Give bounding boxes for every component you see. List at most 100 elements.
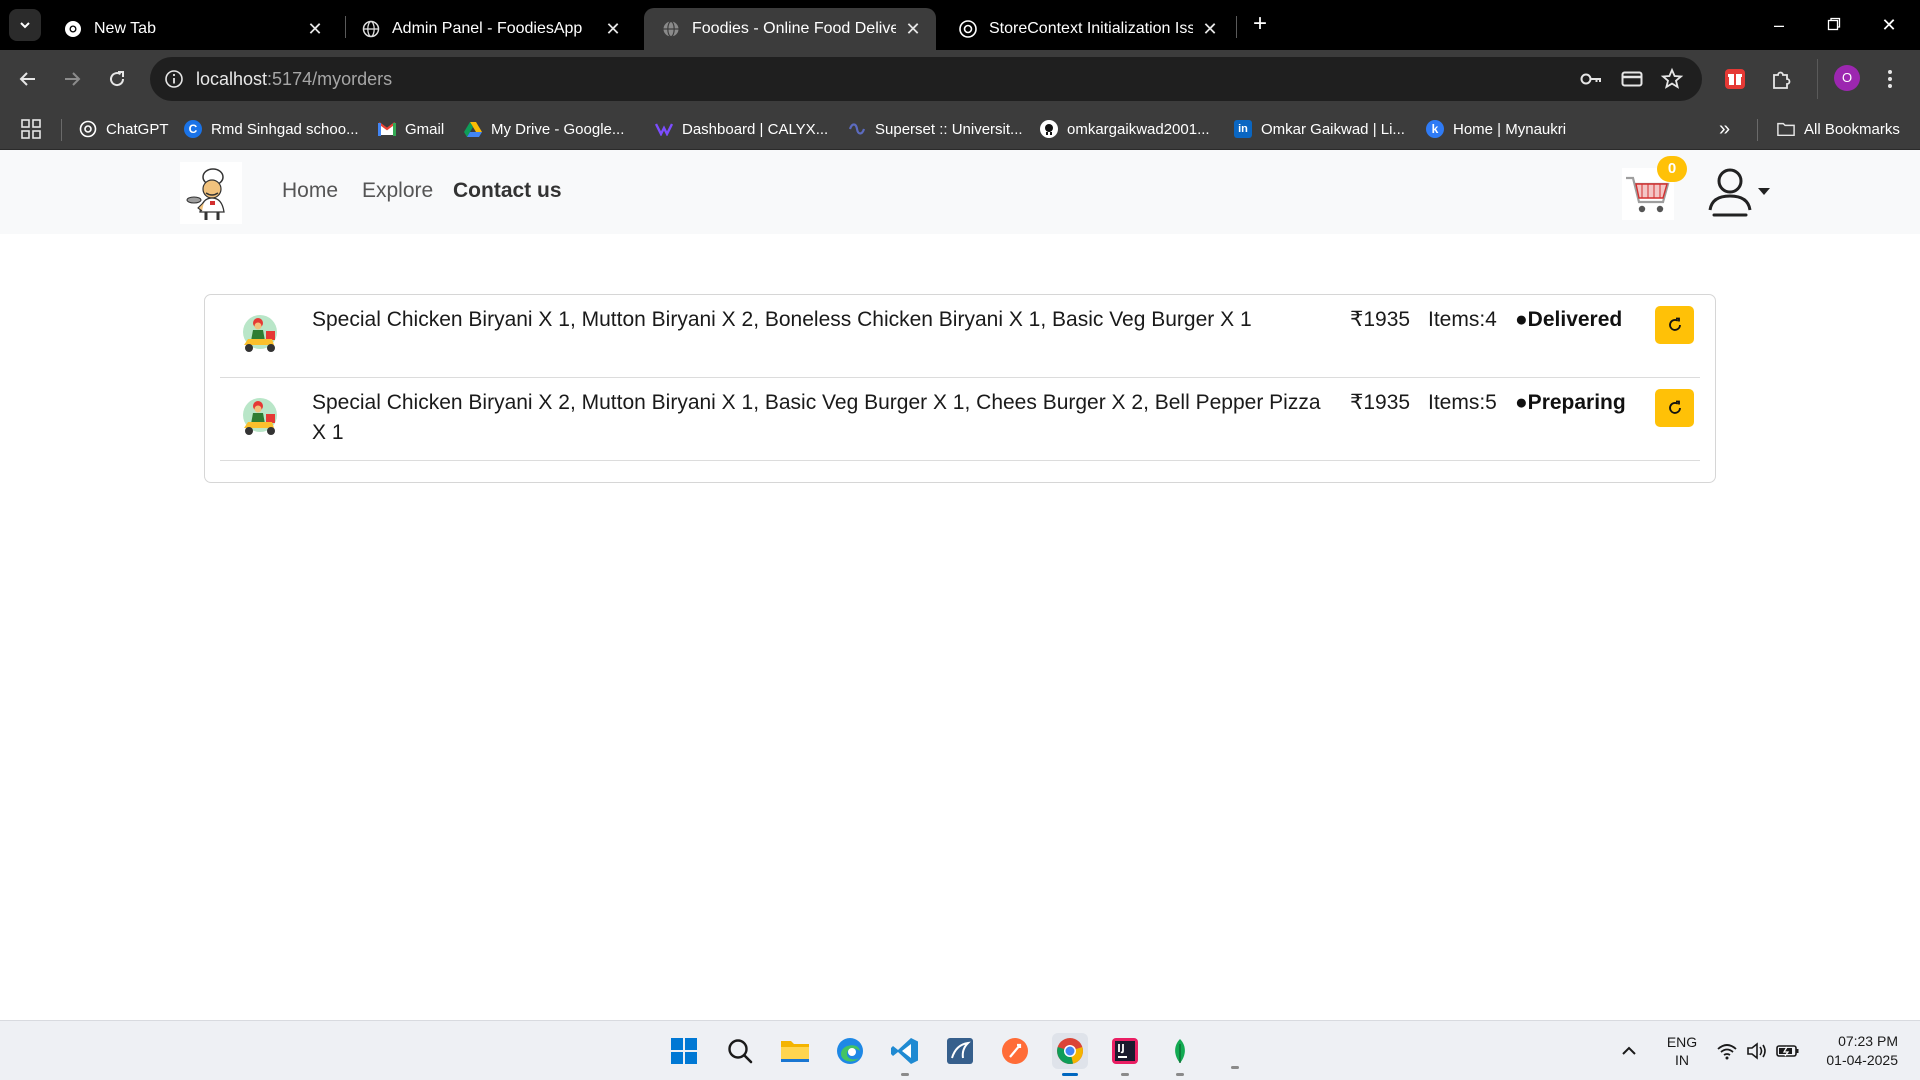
nav-contact-us[interactable]: Contact us [453, 179, 562, 203]
tab-admin-panel[interactable]: Admin Panel - FoodiesApp ✕ [344, 8, 636, 50]
password-key-icon[interactable] [1579, 67, 1603, 91]
c-logo-icon: C [184, 120, 202, 138]
menu-button[interactable] [1874, 63, 1906, 95]
bookmark-calyx[interactable]: Dashboard | CALYX... [655, 108, 828, 150]
order-items: Special Chicken Biryani X 2, Mutton Biry… [312, 391, 1321, 444]
bookmark-github[interactable]: omkargaikwad2001... [1040, 108, 1210, 150]
close-icon[interactable]: ✕ [1201, 19, 1219, 40]
edge-icon [837, 1038, 863, 1064]
intellij-button[interactable] [1107, 1033, 1143, 1076]
bookmark-gmail[interactable]: Gmail [378, 108, 444, 150]
order-row: Special Chicken Biryani X 2, Mutton Biry… [220, 378, 1700, 461]
apps-grid-icon [21, 119, 41, 139]
tab-foodies[interactable]: Foodies - Online Food Delivery ✕ [644, 8, 936, 50]
system-clock[interactable]: 07:23 PM 01-04-2025 [1806, 1032, 1898, 1070]
file-explorer-button[interactable] [777, 1033, 813, 1069]
globe-icon [362, 20, 380, 38]
nav-explore[interactable]: Explore [362, 179, 433, 203]
postman-button[interactable] [997, 1033, 1033, 1069]
tab-title: New Tab [94, 20, 156, 37]
forward-button[interactable] [56, 63, 88, 95]
search-button[interactable] [722, 1033, 758, 1069]
toolbar-divider [1817, 59, 1818, 99]
windows-taskbar: ENG IN 07:23 PM 01-04-2025 [0, 1020, 1920, 1080]
web-page: Home Explore Contact us 0 Special Chicke… [0, 150, 1920, 1020]
bookmark-label: Rmd Sinhgad schoo... [211, 120, 359, 138]
url-text[interactable]: localhost:5174/myorders [196, 69, 392, 90]
network-volume-battery[interactable] [1716, 1021, 1800, 1080]
mysql-workbench-button[interactable] [942, 1033, 978, 1069]
chef-logo[interactable] [180, 162, 242, 224]
bookmark-rmd-sinhgad[interactable]: C Rmd Sinhgad schoo... [184, 108, 359, 150]
back-button[interactable] [12, 63, 44, 95]
mongodb-leaf-icon [1175, 1039, 1185, 1063]
new-tab-button[interactable]: + [1245, 10, 1275, 40]
taskbar-app-button[interactable] [1217, 1033, 1253, 1069]
profile-avatar[interactable]: O [1834, 65, 1860, 91]
extensions-button[interactable] [1765, 63, 1797, 95]
user-icon [1708, 168, 1752, 217]
apps-button[interactable] [20, 108, 42, 150]
intellij-icon [1112, 1038, 1138, 1064]
github-icon [1040, 120, 1058, 138]
order-item-count: Items:4 [1428, 308, 1497, 331]
tab-title: Foodies - Online Food Delivery [692, 20, 896, 37]
refresh-status-button[interactable] [1655, 389, 1694, 427]
start-button[interactable] [666, 1033, 702, 1069]
bookmark-superset[interactable]: Superset :: Universit... [848, 108, 1023, 150]
more-vertical-icon [1888, 70, 1892, 88]
tab-storecontext[interactable]: StoreContext Initialization Issue ✕ [941, 8, 1233, 50]
chrome-button[interactable] [1052, 1033, 1088, 1076]
close-icon[interactable]: ✕ [604, 19, 622, 40]
bookmark-label: All Bookmarks [1804, 120, 1900, 138]
bookmark-star-icon[interactable] [1660, 67, 1684, 91]
mongodb-compass-button[interactable] [1162, 1033, 1198, 1076]
chatgpt-icon [79, 120, 97, 138]
tab-strip: New Tab ✕ Admin Panel - FoodiesApp ✕ Foo… [0, 0, 1920, 50]
bookmarks-overflow-button[interactable]: » [1719, 108, 1730, 150]
browser-toolbar: localhost:5174/myorders [0, 50, 1920, 108]
close-icon[interactable]: ✕ [904, 19, 922, 40]
tray-overflow-button[interactable] [1620, 1021, 1638, 1080]
caret-down-icon[interactable] [1758, 188, 1770, 195]
bookmark-chatgpt[interactable]: ChatGPT [79, 108, 169, 150]
battery-icon [1776, 1045, 1799, 1057]
language-indicator[interactable]: ENG IN [1665, 1033, 1699, 1069]
url-host: localhost [196, 69, 268, 89]
tab-search-button[interactable] [9, 9, 41, 41]
extension-gift-button[interactable] [1719, 63, 1751, 95]
bookmark-linkedin[interactable]: in Omkar Gaikwad | Li... [1234, 108, 1405, 150]
tab-new-tab[interactable]: New Tab ✕ [46, 8, 338, 50]
address-bar[interactable]: localhost:5174/myorders [150, 57, 1702, 101]
user-profile-button[interactable] [1704, 164, 1756, 222]
close-window-button[interactable]: ✕ [1866, 8, 1912, 42]
bookmark-mynaukri[interactable]: k Home | Mynaukri [1426, 108, 1566, 150]
order-status: ●Delivered [1515, 308, 1623, 331]
nav-home[interactable]: Home [282, 179, 338, 203]
refresh-status-button[interactable] [1655, 306, 1694, 344]
all-bookmarks-button[interactable]: All Bookmarks [1777, 108, 1900, 150]
bookmark-label: Home | Mynaukri [1453, 120, 1567, 138]
bookmark-label: Superset :: Universit... [875, 120, 1023, 138]
volume-icon [1747, 1042, 1766, 1060]
running-indicator [1176, 1073, 1184, 1076]
region-code: IN [1675, 1052, 1689, 1068]
tab-title: StoreContext Initialization Issue [989, 20, 1193, 37]
edge-button[interactable] [832, 1033, 868, 1069]
restore-button[interactable] [1811, 8, 1857, 42]
reload-button[interactable] [101, 63, 133, 95]
vscode-button[interactable] [887, 1033, 923, 1076]
refresh-icon [1668, 317, 1681, 331]
chatgpt-icon [959, 20, 977, 38]
bookmark-my-drive[interactable]: My Drive - Google... [464, 108, 624, 150]
order-item-count: Items:5 [1428, 391, 1497, 414]
payment-card-icon[interactable] [1620, 67, 1644, 91]
bookmark-divider [1757, 119, 1758, 141]
minimize-button[interactable]: – [1756, 8, 1802, 42]
tab-separator [1236, 16, 1237, 38]
site-info-icon[interactable] [162, 67, 186, 91]
close-icon[interactable]: ✕ [306, 19, 324, 40]
reload-icon [110, 71, 125, 87]
gmail-icon [378, 120, 396, 138]
vscode-icon [891, 1038, 918, 1064]
